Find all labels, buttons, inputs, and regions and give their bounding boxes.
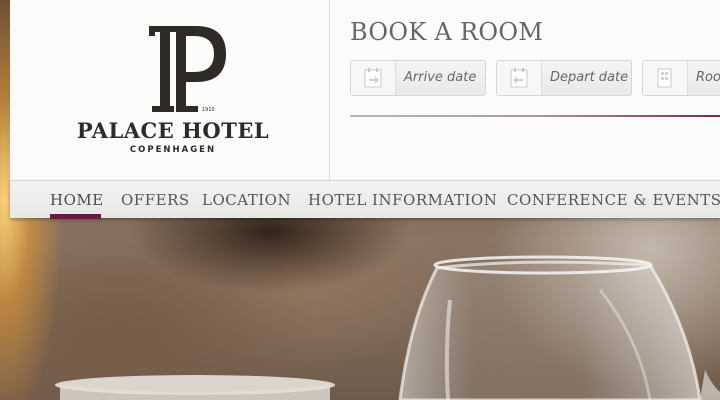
arrive-date-field[interactable]: Arrive date bbox=[350, 60, 486, 96]
nav-active-indicator bbox=[50, 214, 101, 219]
logo-name: PALACE HOTEL bbox=[76, 118, 270, 143]
logo[interactable]: 1910 PALACE HOTEL COPENHAGEN bbox=[10, 0, 330, 180]
depart-date-field[interactable]: Depart date bbox=[496, 60, 632, 96]
nav-item-hotel-information[interactable]: HOTEL INFORMATION bbox=[308, 191, 497, 209]
nav-item-location[interactable]: LOCATION bbox=[202, 191, 291, 209]
booking-divider bbox=[350, 115, 720, 117]
site-header: 1910 PALACE HOTEL COPENHAGEN BOOK A ROOM… bbox=[10, 0, 720, 180]
arrive-date-label: Arrive date bbox=[404, 70, 477, 85]
room-field[interactable]: Room bbox=[642, 60, 720, 96]
logo-year: 1910 bbox=[202, 107, 215, 113]
room-label: Room bbox=[696, 70, 720, 85]
nav-item-home[interactable]: HOME bbox=[50, 191, 104, 209]
room-icon bbox=[643, 61, 688, 95]
calendar-arrive-icon bbox=[351, 61, 396, 95]
logo-city: COPENHAGEN bbox=[129, 145, 217, 155]
booking-title: BOOK A ROOM bbox=[350, 18, 544, 46]
nav-item-conference-events[interactable]: CONFERENCE & EVENTS bbox=[507, 191, 720, 209]
calendar-depart-icon bbox=[497, 61, 542, 95]
main-nav: HOME OFFERS LOCATION HOTEL INFORMATION C… bbox=[10, 180, 720, 219]
palace-hotel-monogram-icon: 1910 bbox=[149, 26, 226, 113]
booking-widget: BOOK A ROOM Arrive date Depart date Ro bbox=[350, 0, 720, 180]
nav-item-offers[interactable]: OFFERS bbox=[121, 191, 190, 209]
depart-date-label: Depart date bbox=[550, 70, 629, 85]
